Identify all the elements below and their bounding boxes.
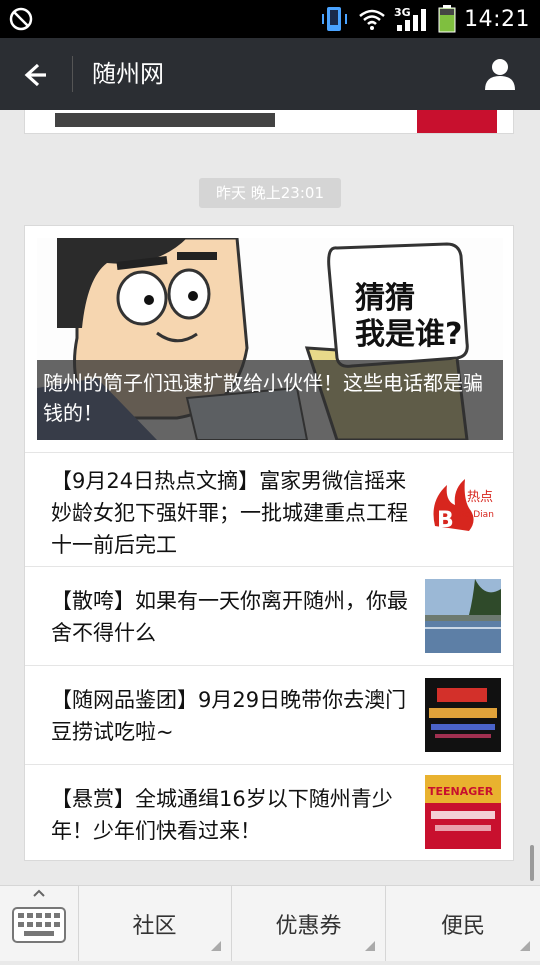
message-timestamp: 昨天 晚上23:01 [199, 178, 341, 208]
article-item[interactable]: 【随网品鉴团】9月29日晚带你去澳门豆捞试吃啦~ [25, 665, 513, 765]
keyboard-icon [12, 889, 66, 943]
tab-community[interactable]: 社区 [78, 886, 232, 961]
article-title: 【随网品鉴团】9月29日晚带你去澳门豆捞试吃啦~ [51, 688, 407, 744]
signal-3g-icon: 3G [394, 6, 427, 31]
tab-label: 便民 [440, 914, 485, 939]
bottom-menu-bar: 社区 优惠券 便民 [0, 885, 540, 961]
article-thumbnail [425, 678, 501, 752]
battery-icon [438, 5, 456, 33]
tab-label: 优惠券 [275, 914, 342, 939]
wifi-icon [359, 9, 385, 30]
article-item[interactable]: 【悬赏】全城通缉16岁以下随州青少年！少年们快看过来！ TEENAGER [25, 764, 513, 863]
vibrate-icon [322, 7, 348, 31]
bubble-text-line2: 我是谁? [355, 317, 462, 352]
article-title: 【9月24日热点文摘】富家男微信摇来妙龄女犯下强奸罪；一批城建重点工程十一前后完… [51, 469, 408, 557]
article-title: 【散咵】如果有一天你离开随州，你最舍不得什么 [51, 589, 408, 645]
svg-text:热点: 热点 [467, 490, 493, 505]
svg-text:3G: 3G [394, 6, 411, 19]
scrollbar[interactable] [530, 845, 534, 881]
article-thumbnail [425, 579, 501, 653]
do-not-disturb-icon [9, 7, 33, 31]
submenu-indicator-icon [520, 941, 530, 951]
article-item[interactable]: 【散咵】如果有一天你离开随州，你最舍不得什么 [25, 566, 513, 666]
article-thumbnail: TEENAGER [425, 775, 501, 849]
news-card[interactable]: 猜猜 我是谁? 随州的筒子们迅速扩散给小伙伴！这些电话都是骗钱的！ 【9月24日… [24, 225, 514, 861]
header-divider [72, 56, 73, 92]
article-item[interactable]: 【9月24日热点文摘】富家男微信摇来妙龄女犯下强奸罪；一批城建重点工程十一前后完… [25, 452, 513, 567]
article-title: 【悬赏】全城通缉16岁以下随州青少年！少年们快看过来！ [51, 787, 393, 843]
page-title: 随州网 [92, 60, 164, 88]
back-arrow-icon[interactable] [18, 58, 52, 92]
user-profile-icon[interactable] [482, 56, 518, 92]
svg-text:B: B [437, 508, 454, 533]
app-bar: 随州网 [0, 38, 540, 110]
hero-caption: 随州的筒子们迅速扩散给小伙伴！这些电话都是骗钱的！ [37, 360, 503, 440]
svg-text:Re Dian: Re Dian [459, 510, 494, 520]
tab-coupons[interactable]: 优惠券 [232, 886, 386, 961]
message-list[interactable]: 昨天 晚上23:01 猜猜 我是谁? 随州的筒子们迅速扩散给小伙伴！这些电话都是… [0, 110, 540, 885]
bubble-text-line1: 猜猜 [355, 281, 415, 316]
tab-label: 社区 [132, 914, 177, 939]
previous-article-fragment [25, 110, 513, 133]
article-thumbnail: B 热点 Re Dian [425, 471, 501, 545]
submenu-indicator-icon [211, 941, 221, 951]
hero-article[interactable]: 猜猜 我是谁? 随州的筒子们迅速扩散给小伙伴！这些电话都是骗钱的！ [37, 238, 503, 440]
status-bar: 3G 14:21 [0, 0, 540, 38]
previous-article-card[interactable] [24, 110, 514, 134]
tab-services[interactable]: 便民 [386, 886, 540, 961]
svg-text:TEENAGER: TEENAGER [428, 785, 494, 798]
keyboard-toggle-button[interactable] [0, 886, 79, 961]
submenu-indicator-icon [365, 941, 375, 951]
clock: 14:21 [464, 6, 530, 32]
